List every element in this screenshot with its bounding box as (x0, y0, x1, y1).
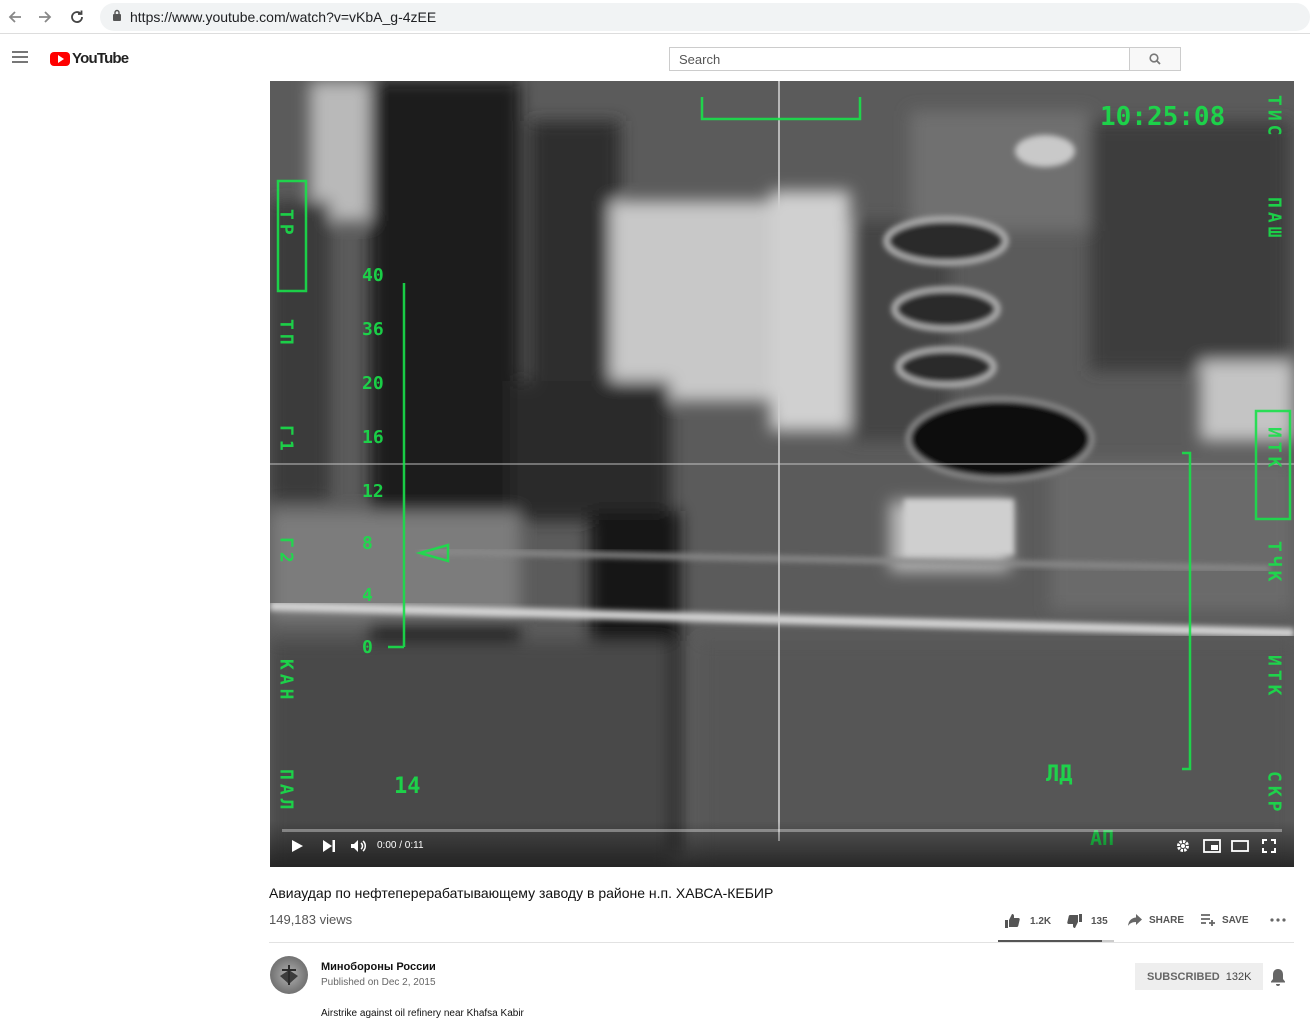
like-button[interactable]: 1.2K (1004, 914, 1051, 928)
hud-right-label: ИТК (1264, 427, 1285, 472)
hud-right-label: ТИС (1264, 95, 1285, 140)
yt-masthead: YouTube (0, 35, 1310, 81)
notification-bell-icon[interactable] (1270, 968, 1286, 986)
search-button[interactable] (1130, 47, 1181, 71)
hud-left-label: ТП (276, 319, 297, 349)
hud-scale-label: 4 (362, 585, 373, 606)
share-button[interactable]: SHARE (1128, 914, 1184, 926)
video-player[interactable]: 10:25:08 40 36 20 16 12 8 4 0 ТР ТП Г1 Г2 КАН ПАЛ ТИС ПА… (270, 81, 1294, 867)
hud-bottom-label: 14 (394, 774, 421, 799)
more-actions-icon[interactable] (1270, 918, 1286, 922)
hud-left-label: ПАЛ (276, 769, 297, 814)
save-button[interactable]: SAVE (1201, 914, 1249, 926)
hud-scale-label: 20 (362, 373, 384, 394)
search-bar (669, 47, 1181, 71)
dislike-button[interactable]: 135 (1067, 914, 1108, 928)
hud-bottom-label: ЛД (1046, 762, 1073, 787)
url-text: https://www.youtube.com/watch?v=vKbA_g-4… (130, 9, 437, 25)
player-controls: 0:00 / 0:11 (270, 821, 1294, 867)
publish-date: Published on Dec 2, 2015 (321, 977, 436, 988)
thumbs-up-icon (1005, 914, 1020, 928)
hud-right-label: ПАШ (1264, 197, 1285, 242)
search-icon (1149, 53, 1161, 65)
youtube-play-icon (50, 51, 70, 66)
time-display: 0:00 / 0:11 (377, 840, 424, 851)
share-icon (1128, 914, 1142, 926)
hud-scale-label: 12 (362, 481, 384, 502)
subscriber-count: 132K (1225, 970, 1252, 983)
subscribe-button[interactable]: SUBSCRIBED 132K (1135, 963, 1264, 990)
hud-scale-label: 36 (362, 319, 384, 340)
hud-left-label: КАН (276, 659, 297, 704)
channel-avatar[interactable] (270, 956, 308, 994)
play-icon[interactable] (290, 839, 306, 853)
theater-mode-icon[interactable] (1231, 839, 1249, 853)
hud-left-label: Г2 (276, 537, 297, 567)
lock-icon (112, 8, 122, 26)
dislike-count: 135 (1091, 915, 1108, 927)
hud-scale-label: 40 (362, 265, 384, 286)
divider (269, 942, 1294, 943)
miniplayer-icon[interactable] (1203, 839, 1221, 853)
video-frame: 10:25:084036201612840ТРТПГ1Г2КАНПАЛТИСПА… (270, 81, 1294, 867)
view-count: 149,183 views (269, 912, 353, 927)
video-description: Airstrike against oil refinery near Khaf… (321, 1008, 524, 1019)
reload-icon[interactable] (66, 6, 88, 28)
video-title: Авиаудар по нефтеперерабатывающему завод… (269, 885, 774, 901)
thumbs-down-icon (1067, 914, 1082, 928)
youtube-logo[interactable]: YouTube (50, 50, 129, 67)
like-count: 1.2K (1030, 915, 1052, 927)
address-bar[interactable]: https://www.youtube.com/watch?v=vKbA_g-4… (100, 3, 1310, 31)
hamburger-menu-icon[interactable] (12, 51, 28, 63)
next-icon[interactable] (322, 839, 338, 853)
hud-left-label: Г1 (276, 425, 297, 455)
search-input[interactable] (669, 47, 1130, 71)
browser-toolbar: https://www.youtube.com/watch?v=vKbA_g-4… (0, 0, 1310, 34)
settings-gear-icon[interactable] (1176, 839, 1192, 853)
hud-scale-label: 0 (362, 637, 373, 658)
hud-scale-label: 8 (362, 533, 373, 554)
fullscreen-icon[interactable] (1262, 839, 1278, 853)
volume-icon[interactable] (350, 839, 366, 853)
hud-right-label: ИТК (1264, 655, 1285, 700)
back-arrow-icon[interactable] (4, 6, 26, 28)
hud-left-label: ТР (276, 209, 297, 239)
progress-bar[interactable] (282, 829, 1282, 832)
forward-arrow-icon[interactable] (34, 6, 56, 28)
hud-clock: 10:25:08 (1100, 102, 1225, 132)
channel-name[interactable]: Минобороны России (321, 961, 436, 973)
hud-right-label: СКР (1264, 771, 1285, 816)
hud-right-label: ТЧК (1264, 541, 1285, 586)
hud-scale-label: 16 (362, 427, 384, 448)
add-to-playlist-icon (1201, 914, 1215, 926)
